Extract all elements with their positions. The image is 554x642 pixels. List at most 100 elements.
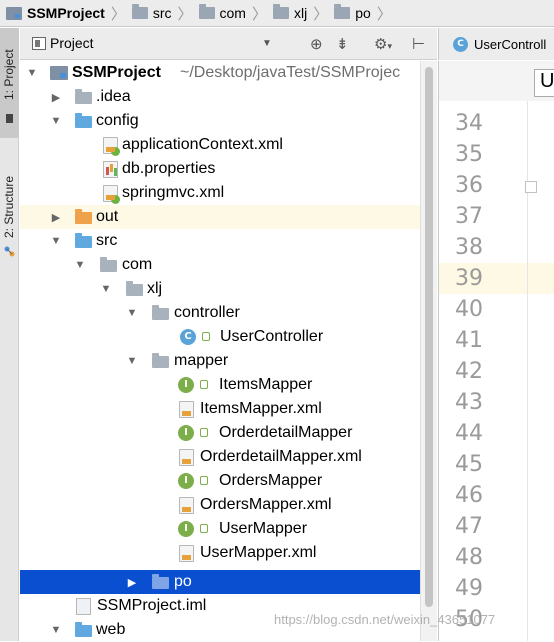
tree-label: applicationContext.xml bbox=[122, 136, 283, 153]
project-tree: ▼ SSMProject ~/Desktop/javaTest/SSMProje… bbox=[20, 61, 420, 641]
tree-label: OrdersMapper bbox=[219, 472, 323, 489]
editor-tab-usercontroller[interactable]: UserControll bbox=[474, 37, 546, 52]
tree-node-idea[interactable]: ▶ .idea bbox=[20, 85, 420, 109]
tree-node-usermapper-xml[interactable]: UserMapper.xml bbox=[20, 541, 420, 565]
package-icon bbox=[126, 281, 143, 296]
tree-node-ordersmapper[interactable]: I OrdersMapper bbox=[20, 469, 420, 493]
line-number: 45 bbox=[455, 452, 483, 477]
breadcrumb-item-po[interactable]: po bbox=[334, 0, 371, 27]
tree-node-itemsmapper-xml[interactable]: ItemsMapper.xml bbox=[20, 397, 420, 421]
collapsed-arrow-icon[interactable]: ▶ bbox=[50, 91, 62, 104]
tree-node-po[interactable]: ▶ po bbox=[20, 570, 420, 594]
line-number: 41 bbox=[455, 328, 483, 353]
tree-label: db.properties bbox=[122, 160, 216, 177]
tree-node-orderdetailmapper-xml[interactable]: OrderdetailMapper.xml bbox=[20, 445, 420, 469]
module-file-icon bbox=[76, 598, 91, 615]
tree-node-mapper[interactable]: ▼ mapper bbox=[20, 349, 420, 373]
class-icon: C bbox=[180, 329, 196, 345]
tree-node-com[interactable]: ▼ com bbox=[20, 253, 420, 277]
breadcrumb-item-src[interactable]: src bbox=[131, 0, 172, 27]
tree-label: .idea bbox=[96, 88, 131, 105]
interface-icon: I bbox=[178, 473, 194, 489]
tree-node-orderdetailmapper[interactable]: I OrderdetailMapper bbox=[20, 421, 420, 445]
tree-node-dbproperties[interactable]: db.properties bbox=[20, 157, 420, 181]
expand-arrow-icon[interactable]: ▼ bbox=[50, 115, 62, 127]
tree-label: out bbox=[96, 208, 119, 225]
tree-label: UserMapper bbox=[219, 520, 308, 537]
properties-file-icon bbox=[103, 161, 118, 178]
tree-node-out[interactable]: ▶ out bbox=[20, 205, 420, 229]
target-icon[interactable]: ⊕ bbox=[310, 35, 323, 53]
breadcrumb-label: po bbox=[355, 5, 371, 21]
project-icon bbox=[50, 66, 68, 80]
line-number: 43 bbox=[455, 390, 483, 415]
lock-icon bbox=[200, 428, 208, 437]
folder-icon bbox=[75, 233, 92, 248]
tree-node-config[interactable]: ▼ config bbox=[20, 109, 420, 133]
tree-label: mapper bbox=[174, 352, 229, 369]
folder-icon bbox=[198, 4, 215, 19]
breadcrumb-label: SSMProject bbox=[27, 5, 105, 21]
gear-icon[interactable]: ⚙▾ bbox=[374, 35, 392, 53]
folder-icon bbox=[131, 4, 148, 19]
expand-arrow-icon[interactable]: ▼ bbox=[100, 283, 112, 295]
package-icon bbox=[100, 257, 117, 272]
folder-icon bbox=[75, 89, 92, 104]
expand-arrow-icon[interactable]: ▼ bbox=[126, 355, 138, 367]
breadcrumb-item-project[interactable]: SSMProject bbox=[6, 0, 105, 27]
tree-scrollbar[interactable] bbox=[420, 61, 437, 641]
line-number: 35 bbox=[455, 142, 483, 167]
collapsed-arrow-icon[interactable]: ▶ bbox=[50, 211, 62, 224]
package-icon bbox=[152, 305, 169, 320]
tab-structure[interactable]: 2: Structure bbox=[0, 146, 19, 257]
tree-node-usermapper[interactable]: I UserMapper bbox=[20, 517, 420, 541]
expand-arrow-icon[interactable]: ▼ bbox=[126, 307, 138, 319]
tree-node-ordersmapper-xml[interactable]: OrdersMapper.xml bbox=[20, 493, 420, 517]
editor-search-field[interactable]: U bbox=[534, 69, 554, 97]
tab-project[interactable]: 1: Project bbox=[0, 28, 19, 138]
tree-node-src[interactable]: ▼ src bbox=[20, 229, 420, 253]
project-panel-title[interactable]: Project bbox=[50, 35, 94, 51]
watermark: https://blog.csdn.net/weixin_43651077 bbox=[274, 612, 496, 627]
expand-arrow-icon[interactable]: ▼ bbox=[50, 624, 62, 636]
line-number: 44 bbox=[455, 421, 483, 446]
editor-toolbar: U bbox=[438, 61, 554, 101]
expand-arrow-icon[interactable]: ▼ bbox=[26, 67, 38, 79]
tree-label: src bbox=[96, 232, 118, 249]
package-icon bbox=[152, 353, 169, 368]
interface-icon: I bbox=[178, 377, 194, 393]
hide-icon[interactable]: ⊢ bbox=[412, 35, 425, 53]
line-number: 42 bbox=[455, 359, 483, 384]
tree-node-itemsmapper[interactable]: I ItemsMapper bbox=[20, 373, 420, 397]
line-number: 38 bbox=[455, 235, 483, 260]
scrollbar-thumb[interactable] bbox=[425, 67, 433, 607]
expand-arrow-icon[interactable]: ▼ bbox=[74, 259, 86, 271]
tree-node-xlj[interactable]: ▼ xlj bbox=[20, 277, 420, 301]
tab-structure-label: 2: Structure bbox=[2, 175, 16, 238]
tree-node-root[interactable]: ▼ SSMProject ~/Desktop/javaTest/SSMProje… bbox=[20, 61, 420, 85]
tree-node-usercontroller[interactable]: C UserController bbox=[20, 325, 420, 349]
project-icon bbox=[6, 6, 22, 20]
breadcrumb-item-xlj[interactable]: xlj bbox=[272, 0, 307, 27]
tree-label: ItemsMapper.xml bbox=[200, 400, 322, 417]
collapse-icon[interactable]: ⇟ bbox=[336, 35, 349, 53]
line-number: 49 bbox=[455, 576, 483, 601]
tree-label: po bbox=[174, 573, 192, 590]
lock-icon bbox=[200, 524, 208, 533]
breadcrumb-item-com[interactable]: com bbox=[198, 0, 246, 27]
chevron-down-icon[interactable]: ▼ bbox=[262, 38, 272, 49]
line-number: 46 bbox=[455, 483, 483, 508]
tree-label: xlj bbox=[147, 280, 163, 297]
chevron-right-icon: 〉 bbox=[313, 5, 329, 23]
editor-tab-bar: C UserControll bbox=[438, 28, 554, 60]
chevron-right-icon: 〉 bbox=[177, 5, 193, 23]
tree-label: com bbox=[122, 256, 153, 273]
expand-arrow-icon[interactable]: ▼ bbox=[50, 235, 62, 247]
breadcrumb: SSMProject 〉 src 〉 com 〉 xlj 〉 po 〉 bbox=[0, 0, 554, 27]
tree-node-applicationcontext[interactable]: applicationContext.xml bbox=[20, 133, 420, 157]
tree-label: SSMProject.iml bbox=[97, 597, 207, 614]
tree-node-springmvc[interactable]: springmvc.xml bbox=[20, 181, 420, 205]
collapsed-arrow-icon[interactable]: ▶ bbox=[126, 576, 138, 589]
tab-project-label: 1: Project bbox=[2, 49, 16, 100]
tree-node-controller[interactable]: ▼ controller bbox=[20, 301, 420, 325]
